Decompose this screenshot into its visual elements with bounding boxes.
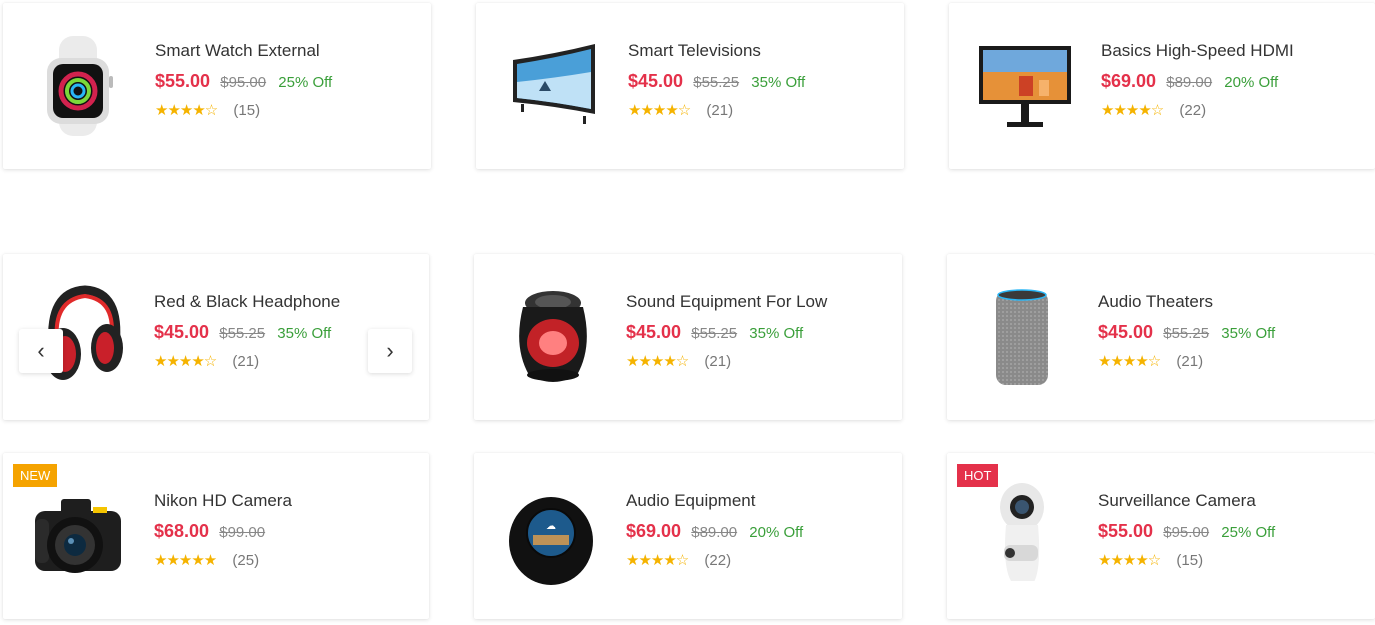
product-price: $68.00 <box>154 521 210 541</box>
new-badge: NEW <box>13 464 58 487</box>
dslr-camera-icon <box>31 489 131 589</box>
review-count: (21) <box>232 353 260 370</box>
product-old-price: $89.00 <box>691 524 738 541</box>
product-price: $69.00 <box>1101 71 1157 91</box>
svg-text:☁: ☁ <box>546 521 556 532</box>
product-title[interactable]: Smart Watch External <box>155 41 332 61</box>
product-price: $55.00 <box>1098 521 1154 541</box>
product-old-price: $55.25 <box>693 74 740 91</box>
product-title[interactable]: Red & Black Headphone <box>154 292 340 312</box>
star-rating-icon: ★★★★☆ <box>626 552 689 569</box>
chevron-right-icon: › <box>386 338 394 363</box>
star-rating-icon: ★★★★★ <box>154 552 217 569</box>
carousel-next-button[interactable]: › <box>368 329 412 373</box>
review-count: (21) <box>1176 353 1204 370</box>
product-price: $45.00 <box>154 322 210 342</box>
product-price: $45.00 <box>1098 322 1154 342</box>
product-title[interactable]: Smart Televisions <box>628 41 805 61</box>
product-discount: 25% Off <box>1221 524 1276 541</box>
product-price: $45.00 <box>626 322 682 342</box>
chevron-left-icon: ‹ <box>37 338 45 363</box>
review-count: (15) <box>1176 552 1204 569</box>
star-rating-icon: ★★★★☆ <box>1098 353 1161 370</box>
product-discount: 35% Off <box>749 325 804 342</box>
product-title[interactable]: Sound Equipment For Low <box>626 292 827 312</box>
speaker-icon <box>507 287 607 387</box>
star-rating-icon: ★★★★☆ <box>1101 102 1164 119</box>
review-count: (15) <box>233 102 261 119</box>
echo-spot-icon: ☁ <box>507 489 607 589</box>
curved-tv-icon <box>509 36 609 136</box>
product-card[interactable]: Audio Theaters $45.00 $55.25 35% Off ★★★… <box>947 254 1375 420</box>
review-count: (22) <box>1179 102 1207 119</box>
product-old-price: $95.00 <box>1163 524 1210 541</box>
star-rating-icon: ★★★★☆ <box>626 353 689 370</box>
product-card[interactable]: ☁ Audio Equipment $69.00 $89.00 20% Off … <box>474 453 902 619</box>
review-count: (21) <box>704 353 732 370</box>
product-card[interactable]: Smart Watch External $55.00 $95.00 25% O… <box>3 3 431 169</box>
product-old-price: $55.25 <box>1163 325 1210 342</box>
360-camera-icon <box>992 481 1092 585</box>
review-count: (22) <box>704 552 732 569</box>
product-discount: 25% Off <box>278 74 333 91</box>
product-discount: 20% Off <box>1224 74 1279 91</box>
product-discount: 20% Off <box>749 524 804 541</box>
product-old-price: $55.25 <box>691 325 738 342</box>
product-old-price: $95.00 <box>220 74 267 91</box>
product-price: $55.00 <box>155 71 211 91</box>
review-count: (21) <box>706 102 734 119</box>
review-count: (25) <box>232 552 260 569</box>
smartwatch-icon <box>33 36 133 136</box>
monitor-icon <box>979 36 1079 136</box>
product-card[interactable]: Sound Equipment For Low $45.00 $55.25 35… <box>474 254 902 420</box>
product-discount: 35% Off <box>751 74 806 91</box>
star-rating-icon: ★★★★☆ <box>155 102 218 119</box>
product-title[interactable]: Surveillance Camera <box>1098 491 1275 511</box>
product-old-price: $89.00 <box>1166 74 1213 91</box>
product-price: $69.00 <box>626 521 682 541</box>
product-title[interactable]: Audio Equipment <box>626 491 803 511</box>
star-rating-icon: ★★★★☆ <box>1098 552 1161 569</box>
carousel-prev-button[interactable]: ‹ <box>19 329 63 373</box>
smart-speaker-icon <box>982 287 1082 387</box>
product-card[interactable]: NEW Nikon HD Camera $68.00 $99.00 ★★★★★ … <box>3 453 429 619</box>
product-card[interactable]: Basics High-Speed HDMI $69.00 $89.00 20%… <box>949 3 1375 169</box>
product-old-price: $55.25 <box>219 325 266 342</box>
product-card[interactable]: HOT Surveillance Camera $55.00 $95.00 25… <box>947 453 1375 619</box>
product-discount: 35% Off <box>277 325 332 342</box>
star-rating-icon: ★★★★☆ <box>154 353 217 370</box>
star-rating-icon: ★★★★☆ <box>628 102 691 119</box>
product-discount: 35% Off <box>1221 325 1276 342</box>
product-card[interactable]: Smart Televisions $45.00 $55.25 35% Off … <box>476 3 904 169</box>
product-old-price: $99.00 <box>219 524 266 541</box>
product-title[interactable]: Audio Theaters <box>1098 292 1275 312</box>
product-title[interactable]: Nikon HD Camera <box>154 491 292 511</box>
product-card[interactable]: Red & Black Headphone $45.00 $55.25 35% … <box>3 254 429 420</box>
product-title[interactable]: Basics High-Speed HDMI <box>1101 41 1294 61</box>
product-price: $45.00 <box>628 71 684 91</box>
